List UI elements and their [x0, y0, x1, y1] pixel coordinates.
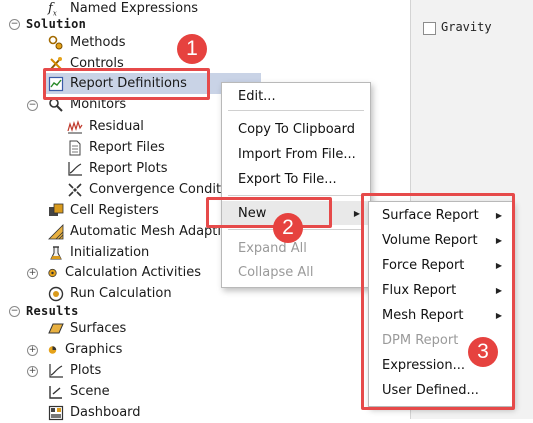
tree-item-graphics[interactable]: Graphics [48, 339, 122, 360]
annotation-step-badge: 3 [468, 337, 498, 367]
residual-plot-icon [67, 119, 83, 133]
tree-item-methods[interactable]: Methods [48, 32, 126, 53]
surfaces-icon [48, 323, 64, 333]
tree-item-initialization[interactable]: Initialization [48, 242, 149, 263]
expand-toggle-icon[interactable]: + [27, 268, 38, 279]
tree-item-report-plots[interactable]: Report Plots [67, 158, 168, 179]
mesh-adaption-icon [48, 223, 64, 239]
calculation-activities-icon [48, 268, 57, 277]
tree-item-residual[interactable]: Residual [67, 116, 144, 137]
collapse-toggle-icon[interactable]: − [9, 19, 20, 30]
submenu-arrow-icon: ▶ [353, 208, 360, 218]
gravity-label: Gravity [441, 20, 492, 34]
annotation-step-badge: 2 [273, 213, 303, 243]
tree-item-scene[interactable]: Scene [48, 381, 110, 402]
panel-header-strip [411, 0, 533, 12]
tree-item-automatic-mesh-adaption[interactable]: Automatic Mesh Adaptio [48, 221, 229, 242]
methods-icon [48, 35, 63, 49]
tree-item-report-files[interactable]: Report Files [67, 137, 165, 158]
graphics-icon [48, 345, 57, 354]
annotation-highlight-submenu [361, 193, 515, 410]
cell-registers-icon [49, 203, 64, 216]
menu-separator [228, 110, 364, 111]
tree-item-dashboard[interactable]: Dashboard [48, 402, 141, 423]
dashboard-icon [48, 405, 64, 420]
menu-separator [228, 195, 364, 196]
tree-item-cell-registers[interactable]: Cell Registers [48, 200, 159, 221]
tree-item-plots[interactable]: Plots [48, 360, 101, 381]
tree-item-convergence-conditions[interactable]: Convergence Conditi [67, 179, 225, 200]
tree-item-label: Named Expressions [70, 1, 199, 16]
collapse-toggle-icon[interactable]: − [9, 306, 20, 317]
collapse-toggle-icon[interactable]: − [27, 100, 38, 111]
report-file-icon [69, 140, 81, 155]
annotation-highlight-report-definitions [43, 68, 210, 100]
expand-toggle-icon[interactable]: + [27, 366, 38, 377]
tree-item-surfaces[interactable]: Surfaces [48, 318, 126, 339]
annotation-step-badge: 1 [177, 34, 207, 64]
menu-item-export-to-file[interactable]: Export To File... [222, 167, 370, 191]
menu-item-copy-to-clipboard[interactable]: Copy To Clipboard [222, 117, 370, 141]
plots-icon [49, 363, 63, 378]
convergence-icon [68, 182, 82, 197]
initialization-icon [50, 245, 62, 259]
menu-item-edit[interactable]: Edit... [222, 84, 370, 108]
gravity-checkbox[interactable] [423, 22, 436, 35]
context-menu: Edit... Copy To Clipboard Import From Fi… [221, 82, 371, 288]
annotation-highlight-new [206, 197, 332, 228]
tree-item-calculation-activities[interactable]: Calculation Activities [48, 262, 201, 283]
report-plot-icon [68, 161, 82, 176]
section-header-solution[interactable]: Solution [26, 13, 86, 34]
menu-item-import-from-file[interactable]: Import From File... [222, 142, 370, 166]
scene-icon [49, 385, 62, 399]
expand-toggle-icon[interactable]: + [27, 345, 38, 356]
menu-item-collapse-all[interactable]: Collapse All [222, 260, 370, 284]
